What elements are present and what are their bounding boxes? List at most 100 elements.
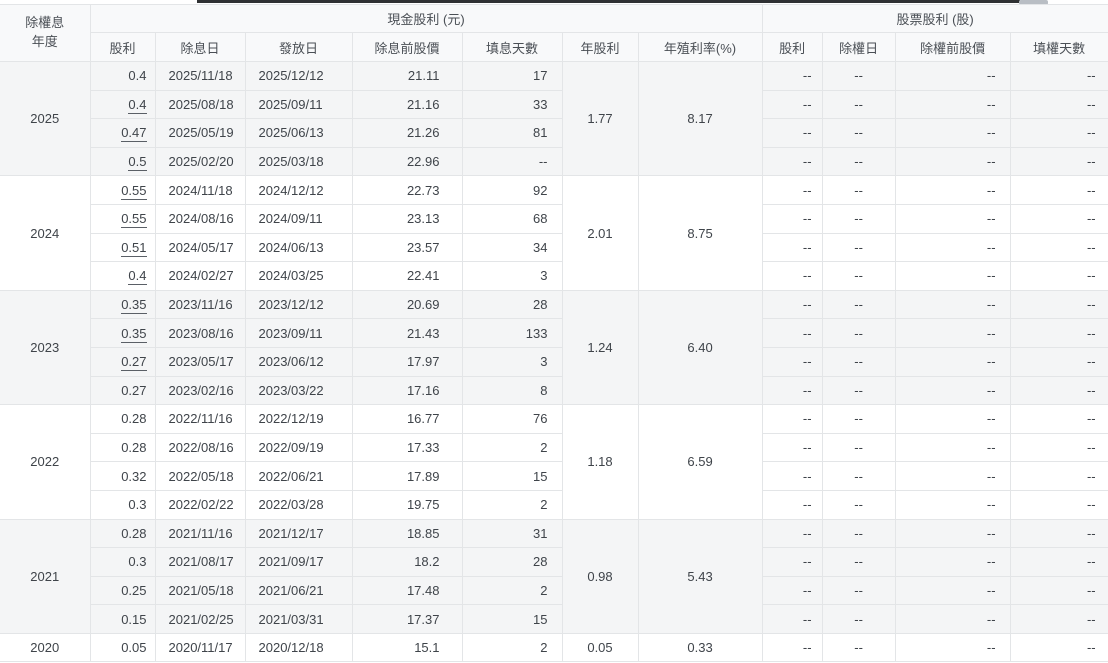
col-header-cash-dividend: 股利 bbox=[90, 32, 156, 62]
ex-dividend-date-cell: 2022/08/16 bbox=[154, 432, 246, 463]
price-before-ex-cell: 17.37 bbox=[351, 604, 463, 634]
stock-dividend-cell: -- bbox=[761, 175, 823, 205]
ex-rights-date-cell: -- bbox=[821, 575, 896, 606]
stock-dividend-cell: -- bbox=[761, 146, 823, 177]
price-before-ex-cell: 21.43 bbox=[351, 318, 463, 348]
stock-dividend-cell: -- bbox=[761, 604, 823, 634]
pay-date-cell: 2022/06/21 bbox=[244, 461, 353, 491]
ex-dividend-date-cell: 2024/05/17 bbox=[154, 232, 246, 263]
ex-dividend-date-cell: 2021/08/17 bbox=[154, 547, 246, 577]
price-before-rights-cell: -- bbox=[894, 61, 1011, 91]
cash-dividend-cell: 0.5 bbox=[90, 146, 156, 177]
col-header-annual-yield: 年殖利率(%) bbox=[637, 32, 763, 62]
price-before-ex-cell: 20.69 bbox=[351, 289, 463, 320]
col-header-fill-rights-days: 填權天數 bbox=[1009, 32, 1108, 62]
ex-rights-date-cell: -- bbox=[821, 461, 896, 491]
cash-dividend-cell: 0.25 bbox=[90, 575, 156, 606]
cash-dividend-section-header: 現金股利 (元) bbox=[89, 4, 763, 33]
ex-dividend-date-cell: 2024/08/16 bbox=[154, 203, 246, 234]
table-header: 除權息 年度 現金股利 (元) 股票股利 (股) 股利 除息日 發放日 除息前股… bbox=[0, 4, 1108, 62]
fill-rights-days-cell: -- bbox=[1009, 604, 1108, 634]
stock-dividend-cell: -- bbox=[761, 232, 823, 263]
cash-dividend-cell: 0.3 bbox=[90, 489, 156, 520]
year-cell: 2025 bbox=[0, 60, 91, 177]
dividend-link[interactable]: 0.55 bbox=[121, 182, 147, 200]
table-row: 2021 0.28 2021/11/16 2021/12/17 18.85 31 0.98 5… bbox=[0, 518, 1108, 634]
stock-dividend-cell: -- bbox=[761, 203, 823, 234]
price-before-ex-cell: 21.26 bbox=[351, 118, 463, 148]
ex-rights-date-cell: -- bbox=[821, 375, 896, 406]
price-before-rights-cell: -- bbox=[894, 175, 1011, 205]
price-before-ex-cell: 22.73 bbox=[351, 175, 463, 205]
col-header-price-before-ex: 除息前股價 bbox=[351, 32, 463, 62]
annual-yield-cell: 6.40 bbox=[637, 289, 763, 406]
table-row: 0.55 2024/08/16 2024/09/11 23.13 68 -- -- -- -- bbox=[0, 203, 1108, 234]
price-before-rights-cell: -- bbox=[894, 232, 1011, 263]
table-row: 2020 0.05 2020/11/17 2020/12/18 15.1 2 0.05 0.3… bbox=[0, 632, 1108, 663]
ex-dividend-date-cell: 2022/05/18 bbox=[154, 461, 246, 491]
pay-date-cell: 2024/12/12 bbox=[244, 175, 353, 205]
table-row: 0.3 2021/08/17 2021/09/17 18.2 28 -- -- -- -- bbox=[0, 547, 1108, 577]
stock-dividend-cell: -- bbox=[761, 346, 823, 377]
pay-date-cell: 2025/03/18 bbox=[244, 146, 353, 177]
fill-rights-days-cell: -- bbox=[1009, 146, 1108, 177]
cash-dividend-cell: 0.28 bbox=[90, 432, 156, 463]
price-before-rights-cell: -- bbox=[894, 604, 1011, 634]
fill-rights-days-cell: -- bbox=[1009, 289, 1108, 320]
stock-dividend-cell: -- bbox=[761, 118, 823, 148]
price-before-ex-cell: 18.2 bbox=[351, 547, 463, 577]
price-before-ex-cell: 17.97 bbox=[351, 346, 463, 377]
year-column-header: 除權息 年度 bbox=[0, 4, 91, 62]
price-before-ex-cell: 22.41 bbox=[351, 261, 463, 291]
dividend-link[interactable]: 0.27 bbox=[121, 354, 147, 372]
ex-dividend-date-cell: 2023/11/16 bbox=[154, 289, 246, 320]
dividend-link[interactable]: 0.55 bbox=[121, 211, 147, 229]
fill-rights-days-cell: -- bbox=[1009, 89, 1108, 120]
ex-dividend-date-cell: 2025/05/19 bbox=[154, 118, 246, 148]
col-header-fill-days: 填息天數 bbox=[461, 32, 563, 62]
pay-date-cell: 2023/12/12 bbox=[244, 289, 353, 320]
pay-date-cell: 2025/09/11 bbox=[244, 89, 353, 120]
dividend-link[interactable]: 0.4 bbox=[128, 268, 147, 286]
table-row: 0.32 2022/05/18 2022/06/21 17.89 15 -- -- -- -- bbox=[0, 461, 1108, 491]
ex-dividend-date-cell: 2024/11/18 bbox=[154, 175, 246, 205]
table-row: 0.51 2024/05/17 2024/06/13 23.57 34 -- -- -- -- bbox=[0, 232, 1108, 263]
dividend-link[interactable]: 0.5 bbox=[128, 154, 147, 172]
price-before-rights-cell: -- bbox=[894, 547, 1011, 577]
fill-rights-days-cell: -- bbox=[1009, 203, 1108, 234]
cash-dividend-cell: 0.28 bbox=[89, 404, 156, 434]
fill-rights-days-cell: -- bbox=[1009, 232, 1108, 263]
stock-dividend-section-header: 股票股利 (股) bbox=[761, 4, 1108, 33]
dividend-link[interactable]: 0.51 bbox=[121, 239, 147, 257]
price-before-rights-cell: -- bbox=[894, 404, 1011, 434]
cash-dividend-cell: 0.51 bbox=[90, 232, 156, 263]
pay-date-cell: 2021/09/17 bbox=[244, 547, 353, 577]
dividend-link[interactable]: 0.4 bbox=[128, 96, 147, 114]
year-cell: 2024 bbox=[0, 175, 91, 291]
dividend-link[interactable]: 0.35 bbox=[121, 297, 147, 315]
fill-rights-days-cell: -- bbox=[1009, 175, 1108, 205]
year-cell: 2022 bbox=[0, 404, 91, 520]
price-before-rights-cell: -- bbox=[894, 118, 1011, 148]
stock-dividend-cell: -- bbox=[761, 632, 823, 663]
price-before-rights-cell: -- bbox=[894, 575, 1011, 606]
ex-dividend-date-cell: 2020/11/17 bbox=[154, 632, 246, 663]
table-row: 2023 0.35 2023/11/16 2023/12/12 20.69 28 1.24 6… bbox=[0, 289, 1108, 406]
fill-rights-days-cell: -- bbox=[1009, 375, 1108, 406]
table-body: 2025 0.4 2025/11/18 2025/12/12 21.11 17 1.77 8.… bbox=[0, 60, 1108, 663]
year-column-header-line1: 除權息 bbox=[25, 15, 65, 31]
ex-rights-date-cell: -- bbox=[821, 175, 896, 205]
price-before-rights-cell: -- bbox=[894, 203, 1011, 234]
pay-date-cell: 2022/09/19 bbox=[244, 432, 353, 463]
fill-days-cell: 76 bbox=[461, 404, 563, 434]
stock-dividend-cell: -- bbox=[761, 575, 823, 606]
fill-rights-days-cell: -- bbox=[1009, 518, 1108, 549]
pay-date-cell: 2021/03/31 bbox=[244, 604, 353, 634]
stock-dividend-cell: -- bbox=[761, 261, 823, 291]
dividend-link[interactable]: 0.35 bbox=[121, 325, 147, 343]
pay-date-cell: 2024/09/11 bbox=[244, 203, 353, 234]
dividend-link[interactable]: 0.47 bbox=[121, 125, 147, 143]
ex-rights-date-cell: -- bbox=[821, 432, 896, 463]
fill-rights-days-cell: -- bbox=[1009, 318, 1108, 348]
annual-dividend-cell: 1.77 bbox=[561, 60, 639, 177]
